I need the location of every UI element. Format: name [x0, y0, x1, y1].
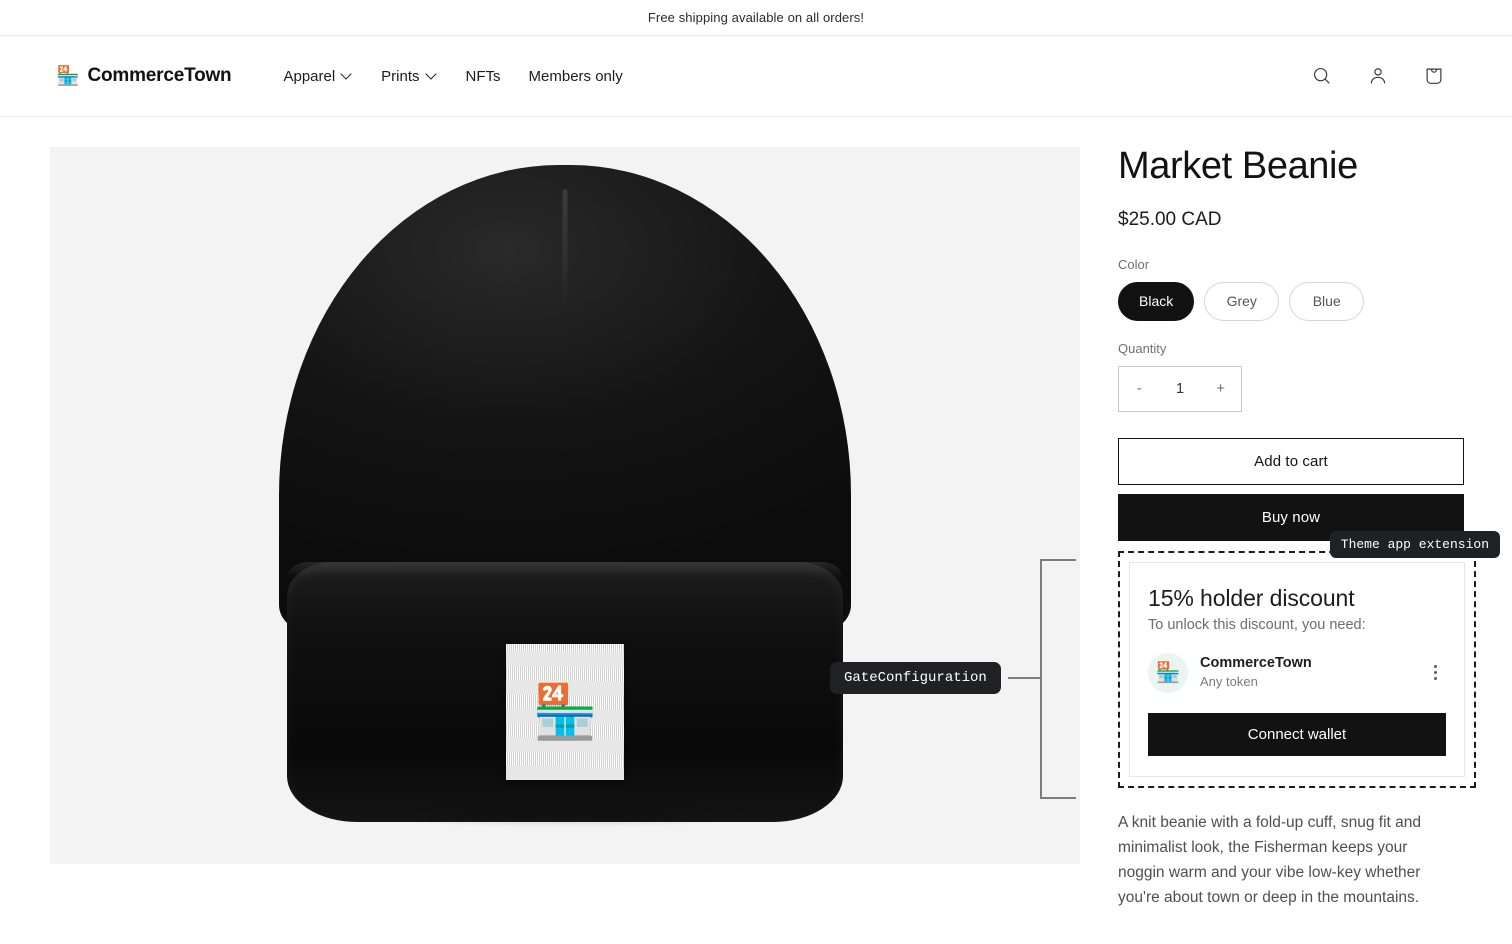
product-gallery: 🏪 [50, 117, 1080, 910]
nav-item-label: Apparel [283, 67, 336, 85]
store-icon: 🏪 [1155, 662, 1181, 685]
color-label: Color [1118, 256, 1150, 272]
nav-item-label: NFTs [465, 67, 501, 85]
quantity-stepper: - 1 + [1118, 365, 1242, 412]
cart-button[interactable] [1412, 54, 1456, 98]
nav-item-apparel[interactable]: Apparel [269, 60, 367, 93]
account-icon [1370, 68, 1386, 84]
nav-item-prints[interactable]: Prints [367, 60, 451, 93]
theme-app-extension-badge: Theme app extension [1329, 530, 1500, 558]
avatar: 🏪 [1148, 652, 1188, 693]
connect-wallet-button[interactable]: Connect wallet [1148, 712, 1446, 756]
gate-configuration-callout: GateConfiguration [830, 661, 1001, 694]
token-name: CommerceTown [1200, 655, 1312, 672]
quantity-increase-button[interactable]: + [1200, 380, 1241, 397]
quantity-decrease-button[interactable]: - [1119, 380, 1160, 397]
color-option-black[interactable]: Black [1118, 281, 1195, 321]
store-icon: 🏪 [56, 65, 80, 87]
color-option-label: Blue [1312, 293, 1341, 310]
search-icon [1313, 67, 1330, 84]
discount-subtitle: To unlock this discount, you need: [1148, 616, 1366, 633]
add-to-cart-button[interactable]: Add to cart [1118, 437, 1464, 485]
color-options: Black Grey Blue [1118, 281, 1476, 321]
theme-app-extension-block: GateConfiguration Theme app extension 15… [830, 530, 1500, 799]
nav-item-label: Members only [528, 67, 623, 85]
color-option-blue[interactable]: Blue [1289, 281, 1365, 321]
extension-dashed-outline: 15% holder discount To unlock this disco… [1118, 550, 1476, 788]
beanie-shadow [265, 794, 865, 834]
cart-icon [1426, 68, 1442, 84]
announcement-bar: Free shipping available on all orders! [0, 0, 1512, 36]
holder-discount-card: 15% holder discount To unlock this disco… [1129, 561, 1465, 777]
color-option-label: Grey [1226, 293, 1257, 310]
token-requirement-row: 🏪 CommerceTown Any token [1148, 652, 1446, 693]
main-nav: Apparel Prints NFTs Members only [269, 60, 636, 93]
account-button[interactable] [1356, 54, 1400, 98]
embroidered-patch: 🏪 [506, 644, 624, 780]
brand-name: CommerceTown [87, 65, 232, 86]
gate-bracket-stem [1008, 676, 1042, 679]
product-image[interactable]: 🏪 [50, 147, 1080, 864]
token-meta: CommerceTown Any token [1200, 654, 1412, 691]
product-page: 🏪 Market Beanie $25.00 CAD Color Black G… [0, 117, 1512, 910]
quantity-input[interactable]: 1 [1160, 380, 1201, 397]
search-button[interactable] [1300, 54, 1344, 98]
more-options-icon[interactable] [1424, 662, 1446, 684]
color-option-label: Black [1139, 293, 1174, 310]
product-info: Market Beanie $25.00 CAD Color Black Gre… [830, 117, 1500, 910]
nav-item-label: Prints [381, 67, 420, 85]
color-option-grey[interactable]: Grey [1204, 281, 1280, 321]
store-icon: 🏪 [532, 683, 598, 741]
discount-title: 15% holder discount [1148, 584, 1355, 611]
nav-item-members-only[interactable]: Members only [515, 60, 637, 93]
brand-logo[interactable]: 🏪 CommerceTown [56, 65, 232, 87]
site-header: 🏪 CommerceTown Apparel Prints NFTs Membe… [0, 36, 1512, 117]
chevron-down-icon [427, 69, 438, 80]
page-title: Market Beanie [1118, 145, 1358, 187]
quantity-label: Quantity [1118, 340, 1167, 356]
gate-bracket [1040, 558, 1076, 799]
chevron-down-icon [342, 69, 353, 80]
token-description: Any token [1200, 674, 1258, 690]
product-description: A knit beanie with a fold-up cuff, snug … [1118, 813, 1422, 907]
announcement-text: Free shipping available on all orders! [647, 10, 865, 25]
nav-item-nfts[interactable]: NFTs [452, 60, 515, 93]
product-price: $25.00 CAD [1118, 208, 1222, 230]
beanie-seam [562, 189, 568, 309]
header-actions [1300, 54, 1456, 98]
